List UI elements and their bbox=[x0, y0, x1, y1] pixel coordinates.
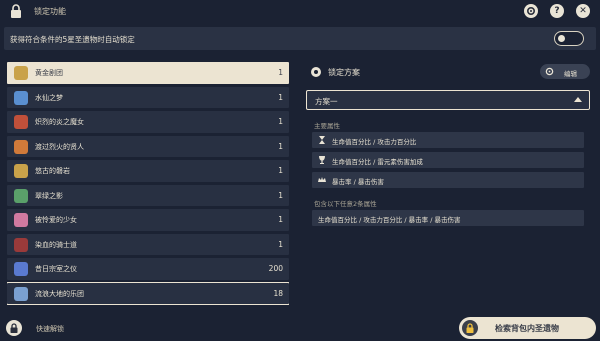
lock-plan-title: 锁定方案 bbox=[328, 68, 360, 77]
main-stat-row[interactable]: 生命值百分比 / 雷元素伤害加成 bbox=[312, 152, 584, 168]
main-stat-row[interactable]: 生命值百分比 / 攻击力百分比 bbox=[312, 132, 584, 148]
artifact-set-count: 18 bbox=[273, 288, 283, 298]
help-icon[interactable]: ? bbox=[550, 4, 564, 18]
artifact-set-row[interactable]: 渡过烈火的贤人 1 bbox=[7, 135, 289, 157]
artifact-set-row[interactable]: 染血的骑士道 1 bbox=[7, 233, 289, 255]
artifact-set-count: 1 bbox=[278, 92, 283, 102]
lock-icon bbox=[462, 320, 478, 336]
artifact-set-list[interactable]: 黄金剧团 1 水仙之梦 1 炽烈的炎之魔女 1 渡过烈火的贤人 1 悠古的磐岩 … bbox=[7, 62, 289, 310]
artifact-set-icon bbox=[14, 262, 28, 276]
main-stat-label: 主要属性 bbox=[314, 122, 340, 130]
artifact-set-row[interactable]: 黄金剧团 1 bbox=[7, 62, 289, 84]
plan-selected-value: 方案一 bbox=[315, 97, 338, 106]
main-stat-row[interactable]: 暴击率 / 暴击伤害 bbox=[312, 172, 584, 188]
artifact-set-row[interactable]: 悠古的磐岩 1 bbox=[7, 160, 289, 182]
artifact-set-name: 炽烈的炎之魔女 bbox=[35, 118, 84, 126]
artifact-set-count: 1 bbox=[278, 239, 283, 249]
artifact-set-count: 1 bbox=[278, 166, 283, 175]
plan-dropdown[interactable]: 方案一 bbox=[306, 90, 590, 110]
main-stat-text: 生命值百分比 / 攻击力百分比 bbox=[332, 138, 417, 146]
artifact-set-name: 翠绿之影 bbox=[35, 191, 63, 200]
top-bar: 锁定功能 ? ✕ bbox=[0, 0, 600, 24]
artifact-set-icon bbox=[14, 115, 28, 129]
artifact-set-icon bbox=[14, 139, 28, 154]
goblet-icon bbox=[319, 156, 325, 164]
toggle-knob bbox=[558, 35, 565, 42]
sub-stat-row[interactable]: 生命值百分比 / 攻击力百分比 / 暴击率 / 暴击伤害 bbox=[312, 210, 584, 226]
artifact-set-icon bbox=[14, 213, 28, 227]
artifact-set-name: 悠古的磐岩 bbox=[35, 167, 70, 175]
settings-icon[interactable] bbox=[524, 4, 538, 18]
edit-button[interactable]: 编辑 bbox=[540, 64, 590, 79]
artifact-set-name: 流浪大地的乐团 bbox=[35, 289, 84, 298]
artifact-set-row[interactable]: 水仙之梦 1 bbox=[7, 86, 289, 108]
lock-plan-panel: 锁定方案 编辑 方案一 主要属性 生命值百分比 / 攻击力百分比 生命值百分比 … bbox=[300, 58, 596, 314]
artifact-set-count: 1 bbox=[278, 68, 283, 77]
flower-icon bbox=[311, 67, 321, 77]
artifact-set-count: 1 bbox=[278, 141, 283, 151]
artifact-set-row[interactable]: 被怜爱的少女 1 bbox=[7, 209, 289, 231]
search-inventory-button[interactable]: 检索背包内圣遗物 bbox=[459, 317, 596, 339]
sands-icon bbox=[319, 136, 325, 144]
artifact-set-name: 黄金剧团 bbox=[35, 69, 63, 77]
artifact-set-count: 1 bbox=[278, 190, 283, 200]
main-stat-text: 生命值百分比 / 雷元素伤害加成 bbox=[332, 158, 423, 166]
sub-stat-label: 包含以下任意2条属性 bbox=[314, 200, 377, 208]
quick-unlock-label: 快速解锁 bbox=[36, 325, 64, 333]
artifact-set-name: 渡过烈火的贤人 bbox=[35, 142, 84, 151]
chevron-up-icon bbox=[574, 97, 582, 102]
artifact-set-row[interactable]: 流浪大地的乐团 18 bbox=[7, 281, 289, 305]
window-title: 锁定功能 bbox=[34, 7, 66, 16]
edit-label: 编辑 bbox=[564, 70, 577, 78]
auto-lock-label: 获得符合条件的5星圣遗物时自动锁定 bbox=[10, 35, 135, 44]
artifact-set-count: 1 bbox=[278, 117, 283, 126]
artifact-set-row[interactable]: 翠绿之影 1 bbox=[7, 184, 289, 206]
circlet-icon bbox=[318, 177, 326, 182]
main-stat-text: 暴击率 / 暴击伤害 bbox=[332, 178, 384, 186]
artifact-set-icon bbox=[14, 237, 28, 252]
artifact-set-icon bbox=[14, 188, 28, 203]
artifact-set-icon bbox=[14, 164, 28, 178]
artifact-set-count: 200 bbox=[268, 264, 283, 273]
artifact-set-icon bbox=[14, 66, 28, 80]
artifact-set-name: 水仙之梦 bbox=[35, 93, 63, 102]
artifact-set-row[interactable]: 昔日宗室之仪 200 bbox=[7, 258, 289, 280]
auto-lock-toggle[interactable] bbox=[554, 31, 584, 46]
artifact-set-icon bbox=[14, 90, 28, 105]
auto-lock-row: 获得符合条件的5星圣遗物时自动锁定 bbox=[4, 27, 596, 50]
close-icon[interactable]: ✕ bbox=[576, 4, 590, 18]
gear-icon bbox=[545, 67, 554, 76]
artifact-set-name: 被怜爱的少女 bbox=[35, 216, 77, 224]
quick-unlock-button[interactable] bbox=[6, 320, 22, 336]
artifact-set-count: 1 bbox=[278, 215, 283, 224]
artifact-set-name: 染血的骑士道 bbox=[35, 240, 77, 249]
search-inventory-label: 检索背包内圣遗物 bbox=[495, 324, 559, 333]
sub-stat-text: 生命值百分比 / 攻击力百分比 / 暴击率 / 暴击伤害 bbox=[318, 216, 461, 224]
artifact-set-icon bbox=[14, 286, 28, 301]
artifact-set-name: 昔日宗室之仪 bbox=[35, 265, 77, 273]
artifact-set-row[interactable]: 炽烈的炎之魔女 1 bbox=[7, 111, 289, 133]
lock-icon bbox=[11, 4, 21, 18]
lock-icon bbox=[10, 323, 18, 333]
